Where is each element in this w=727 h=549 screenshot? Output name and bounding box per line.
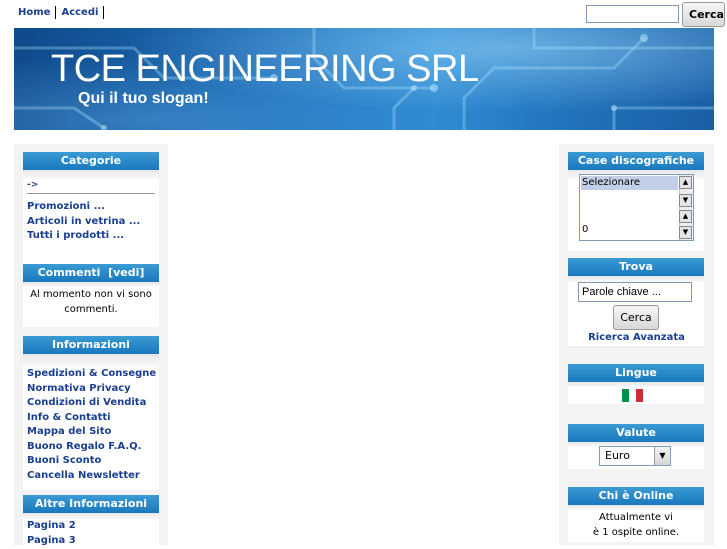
header-search: Cerca xyxy=(586,2,725,27)
top-navigation: Home Accedi xyxy=(14,4,105,20)
scroll-up-icon[interactable]: ▲ xyxy=(679,176,692,189)
left-sidebar: Categorie -> Promozioni ... Articoli in … xyxy=(14,144,168,549)
info-link[interactable]: Normativa Privacy xyxy=(23,382,159,397)
category-vetrina-link[interactable]: Articoli in vetrina ... xyxy=(23,215,159,230)
altre-informazioni-box: Altre Informazioni Pagina 2 Pagina 3 xyxy=(23,495,159,549)
commenti-title[interactable]: Commenti [vedi] xyxy=(23,264,159,282)
case-discografiche-listbox[interactable]: Selezionare 0 ▲ ▼ ▲ ▼ xyxy=(579,174,694,241)
site-slogan: Qui il tuo slogan! xyxy=(78,90,209,107)
valute-title: Valute xyxy=(568,424,704,442)
chi-e-online-title: Chi è Online xyxy=(568,487,704,505)
category-root-link[interactable]: -> xyxy=(23,179,159,191)
info-link[interactable]: Condizioni di Vendita xyxy=(23,396,159,411)
informazioni-box: Informazioni Spedizioni & Consegne Norma… xyxy=(23,336,159,490)
currency-select[interactable]: Euro ▼ xyxy=(599,446,671,466)
trova-search-button[interactable]: Cerca xyxy=(613,305,659,330)
informazioni-list: Spedizioni & Consegne Normativa Privacy … xyxy=(23,367,159,490)
site-title: TCE ENGINEERING SRL xyxy=(51,48,479,90)
trova-title: Trova xyxy=(568,258,704,276)
advanced-search-link[interactable]: Ricerca Avanzata xyxy=(588,332,685,343)
online-text-line2: è 1 ospite online. xyxy=(592,527,680,538)
italian-flag-icon[interactable] xyxy=(622,389,643,402)
scroll-up-icon[interactable]: ▲ xyxy=(679,210,692,223)
info-link[interactable]: Buono Regalo F.A.Q. xyxy=(23,440,159,455)
category-tutti-link[interactable]: Tutti i prodotti ... xyxy=(23,229,159,244)
listbox-count: 0 xyxy=(582,224,589,235)
altre-informazioni-title: Altre Informazioni xyxy=(23,495,159,513)
info-link[interactable]: Info & Contatti xyxy=(23,411,159,426)
header-search-input[interactable] xyxy=(586,5,679,23)
header-banner: TCE ENGINEERING SRL Qui il tuo slogan! xyxy=(14,28,714,130)
pagina-link[interactable]: Pagina 3 xyxy=(23,534,159,549)
currency-selected: Euro xyxy=(605,449,630,462)
login-link[interactable]: Accedi xyxy=(56,5,105,19)
pagina-link[interactable]: Pagina 2 xyxy=(23,519,159,534)
chevron-down-icon[interactable]: ▼ xyxy=(654,447,670,465)
chi-e-online-box: Chi è Online Attualmente vi è 1 ospite o… xyxy=(568,487,704,542)
category-promozioni-link[interactable]: Promozioni ... xyxy=(23,200,159,215)
keyword-search-input[interactable] xyxy=(578,282,692,302)
categorie-list: -> Promozioni ... Articoli in vetrina ..… xyxy=(23,179,159,272)
scroll-down-icon[interactable]: ▼ xyxy=(679,194,692,207)
info-link[interactable]: Mappa del Sito xyxy=(23,425,159,440)
categorie-title: Categorie xyxy=(23,152,159,170)
commenti-text: Al momento non vi sono commenti. xyxy=(23,287,159,327)
info-link[interactable]: Spedizioni & Consegne xyxy=(23,367,159,382)
commenti-box: Commenti [vedi] Al momento non vi sono c… xyxy=(23,264,159,327)
lingue-title: Lingue xyxy=(568,364,704,382)
right-sidebar: Case discografiche Selezionare 0 ▲ ▼ ▲ ▼… xyxy=(559,144,714,545)
listbox-selected-option[interactable]: Selezionare xyxy=(581,176,678,190)
online-text-line1: Attualmente vi xyxy=(599,512,673,523)
case-discografiche-title: Case discografiche xyxy=(568,152,704,170)
informazioni-title: Informazioni xyxy=(23,336,159,354)
home-link[interactable]: Home xyxy=(14,5,57,19)
header-search-button[interactable]: Cerca xyxy=(682,2,725,27)
categorie-box: Categorie -> Promozioni ... Articoli in … xyxy=(23,152,159,272)
divider xyxy=(27,193,155,194)
info-link[interactable]: Cancella Newsletter xyxy=(23,469,159,484)
scroll-down-icon[interactable]: ▼ xyxy=(679,226,692,239)
info-link[interactable]: Buoni Sconto xyxy=(23,454,159,469)
